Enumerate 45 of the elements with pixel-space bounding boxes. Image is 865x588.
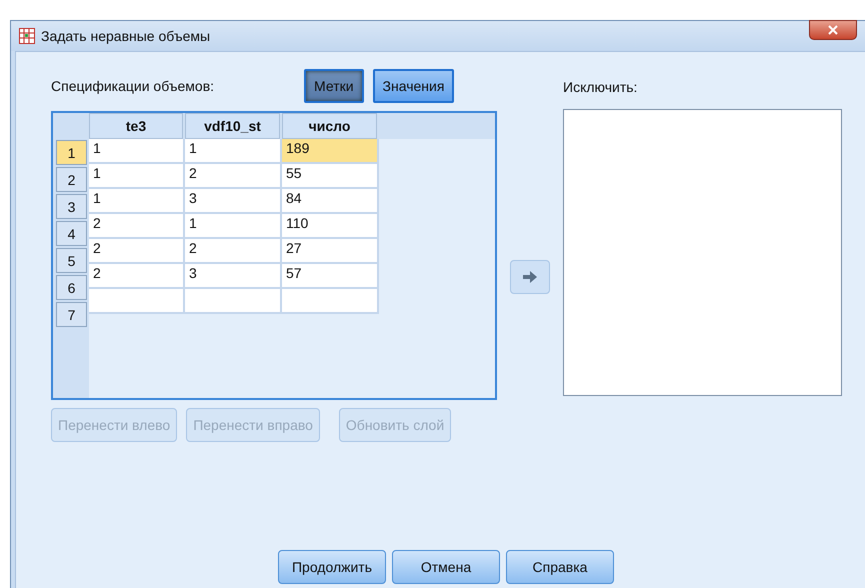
table-cell[interactable]: 84 [282, 189, 379, 214]
table-cell[interactable]: 1 [185, 214, 282, 239]
table-cell[interactable] [89, 289, 185, 314]
move-arrow-button[interactable] [510, 260, 550, 294]
close-icon [828, 25, 838, 35]
table-cell[interactable]: 2 [89, 214, 185, 239]
table-cell[interactable]: 57 [282, 264, 379, 289]
row-header[interactable]: 4 [56, 221, 87, 246]
table-cell[interactable]: 2 [89, 264, 185, 289]
row-header[interactable]: 3 [56, 194, 87, 219]
table-cell[interactable]: 1 [89, 164, 185, 189]
table-cell[interactable]: 55 [282, 164, 379, 189]
table-cell[interactable]: 2 [185, 239, 282, 264]
row-header[interactable]: 1 [56, 140, 87, 165]
table-cell[interactable] [185, 289, 282, 314]
mode-toggle-button[interactable]: Значения [372, 69, 454, 103]
dialog-button[interactable]: Продолжить [278, 550, 386, 584]
table-cell[interactable] [282, 289, 379, 314]
row-header[interactable]: 5 [56, 248, 87, 273]
row-header[interactable]: 2 [56, 167, 87, 192]
table-icon [19, 28, 35, 44]
close-button[interactable] [809, 20, 857, 40]
table-cell[interactable]: 1 [89, 189, 185, 214]
table-cell[interactable]: 3 [185, 264, 282, 289]
mode-toggle-button[interactable]: Метки [304, 69, 364, 103]
spec-label: Спецификации объемов: [51, 78, 214, 94]
row-header[interactable]: 6 [56, 275, 87, 300]
table-cell[interactable]: 110 [282, 214, 379, 239]
table-cell[interactable]: 2 [185, 164, 282, 189]
table-cell[interactable]: 2 [89, 239, 185, 264]
exclude-list[interactable] [563, 109, 842, 396]
table-cell[interactable]: 189 [282, 139, 379, 164]
dialog-button[interactable]: Отмена [392, 550, 500, 584]
table-cell[interactable]: 1 [89, 139, 185, 164]
arrow-right-icon [522, 270, 538, 282]
column-header[interactable]: число [282, 113, 377, 139]
window-title: Задать неравные объемы [41, 28, 210, 44]
table-cell[interactable]: 1 [185, 139, 282, 164]
table-cell[interactable]: 27 [282, 239, 379, 264]
column-header[interactable]: te3 [89, 113, 183, 139]
column-header[interactable]: vdf10_st [185, 113, 280, 139]
dialog-button[interactable]: Справка [506, 550, 614, 584]
exclude-label: Исключить: [563, 79, 638, 95]
row-header[interactable]: 7 [56, 302, 87, 327]
table-cell[interactable]: 3 [185, 189, 282, 214]
